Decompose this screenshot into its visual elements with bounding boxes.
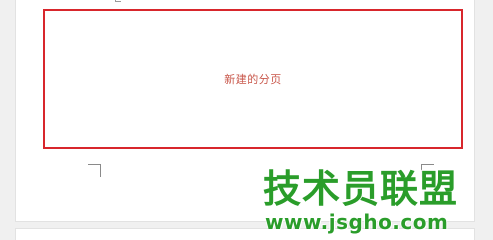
new-section-highlight-box[interactable]: 新建的分页: [43, 9, 463, 149]
document-viewport: 新建的分页 技术员联盟 www.jsgho.com: [0, 0, 493, 240]
new-section-label: 新建的分页: [224, 73, 282, 86]
margin-corner-mark-left: [88, 164, 101, 177]
watermark-url: www.jsgho.com: [265, 210, 449, 234]
watermark-title: 技术员联盟: [263, 167, 459, 211]
page-corner-mark: [115, 0, 121, 2]
